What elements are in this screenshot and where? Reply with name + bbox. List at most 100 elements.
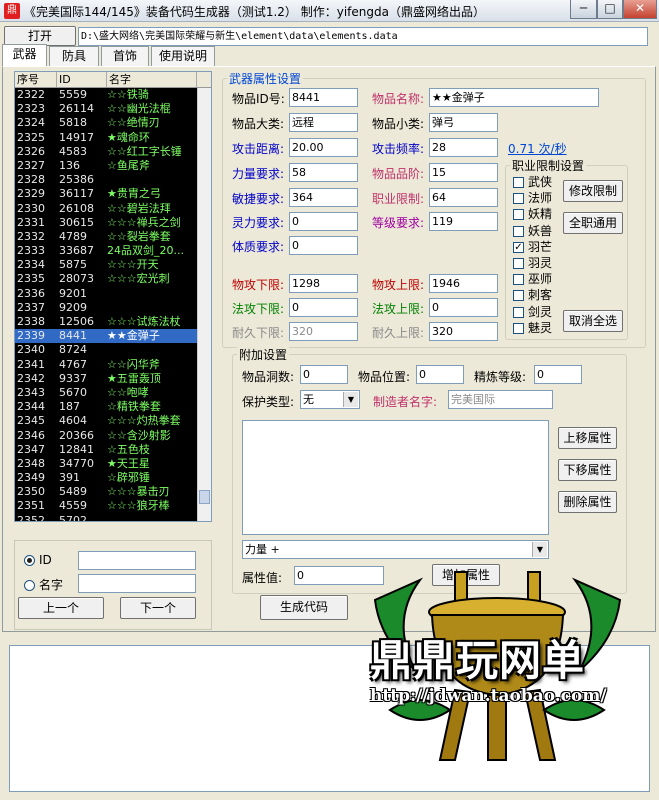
file-path-field[interactable]: D:\盛大网络\完美国际荣耀与新生\element\data\elements.… [78,27,648,46]
matk-min-field[interactable]: 0 [289,298,358,317]
list-item[interactable]: 2332 4789 ☆☆裂岩拳套 [15,230,211,244]
list-item[interactable]: 2333 33687 24品双剑_20... [15,244,211,258]
class-checkbox[interactable]: 法师 [513,189,563,205]
checkbox-icon [513,257,524,269]
column-name[interactable]: 名字 [107,72,197,87]
grade-field[interactable]: 15 [429,163,498,182]
list-item[interactable]: 2348 34770 ★天王星 [15,457,211,471]
class-checkbox[interactable]: 妖兽 [513,222,563,238]
list-item[interactable]: 2343 5670 ☆☆咆哮 [15,386,211,400]
list-item[interactable]: 2338 12506 ☆☆☆试炼法杖 [15,315,211,329]
column-id[interactable]: ID [57,72,107,87]
class-checkbox[interactable]: 剑灵 [513,303,563,319]
list-item[interactable]: 2345 4604 ☆☆☆灼热拳套 [15,414,211,428]
minimize-button[interactable]: ─ [570,0,597,19]
refine-field[interactable]: 0 [534,365,582,384]
list-item[interactable]: 2342 9337 ★五雷轰顶 [15,372,211,386]
list-item[interactable]: 2347 12841 ☆五色枝 [15,443,211,457]
list-item[interactable]: 2352 5702 [15,514,211,521]
list-item[interactable]: 2334 5875 ☆☆☆开天 [15,258,211,272]
clear-all-button[interactable]: 取消全选 [563,310,623,332]
class-checkbox[interactable]: 武侠 [513,173,563,189]
list-item[interactable]: 2331 30615 ☆☆☆禅兵之剑 [15,216,211,230]
minor-class-field[interactable]: 弹弓 [429,113,498,132]
generate-code-button[interactable]: 生成代码 [260,595,348,620]
search-by-id-radio[interactable]: ID [24,553,52,567]
list-item[interactable]: 2337 9209 [15,301,211,315]
class-checkbox[interactable]: ✓ 羽芒 [513,238,563,254]
list-item[interactable]: 2336 9201 [15,287,211,301]
list-item[interactable]: 2350 5489 ☆☆☆暴击刃 [15,485,211,499]
item-name-field[interactable]: ★★金弹子 [429,88,599,107]
class-checkbox[interactable]: 羽灵 [513,254,563,270]
attack-range-field[interactable]: 20.00 [289,138,358,157]
maximize-button[interactable]: □ [597,0,623,19]
list-item[interactable]: 2344 187 ☆精铁拳套 [15,400,211,414]
major-class-field[interactable]: 远程 [289,113,358,132]
dropdown-arrow-icon[interactable]: ▼ [532,542,547,557]
search-by-name-radio[interactable]: 名字 [24,576,63,593]
tab-armor[interactable]: 防具 [49,46,99,66]
list-item[interactable]: 2349 391 ☆辟邪锤 [15,471,211,485]
list-item[interactable]: 2339 8441 ★★金弹子 [15,329,211,344]
patk-max-field[interactable]: 1946 [429,274,498,293]
search-name-input[interactable] [78,574,196,593]
class-limit-field[interactable]: 64 [429,188,498,207]
list-item[interactable]: 2322 5559 ☆☆铁骑 [15,88,211,102]
next-button[interactable]: 下一个 [120,597,196,619]
spi-req-field[interactable]: 0 [289,212,358,231]
column-index[interactable]: 序号 [15,72,57,87]
class-checkbox[interactable]: 刺客 [513,286,563,302]
attack-freq-field[interactable]: 28 [429,138,498,157]
dropdown-arrow-icon[interactable]: ▼ [343,392,358,407]
list-item[interactable]: 2330 26108 ☆☆碧岩法拜 [15,202,211,216]
tab-jewelry[interactable]: 首饰 [101,46,149,66]
con-req-field[interactable]: 0 [289,236,358,255]
patk-min-field[interactable]: 1298 [289,274,358,293]
cell-name: ★魂命环 [107,130,150,144]
scrollbar-thumb[interactable] [199,490,210,504]
search-id-input[interactable] [78,551,196,570]
list-item[interactable]: 2329 36117 ★贵胄之弓 [15,187,211,201]
list-item[interactable]: 2326 4583 ☆☆红工字长锤 [15,145,211,159]
list-item[interactable]: 2324 5818 ☆☆绝情刃 [15,116,211,130]
list-item[interactable]: 2327 136 ☆鱼尾斧 [15,159,211,173]
move-up-button[interactable]: 上移属性 [558,427,617,449]
list-item[interactable]: 2340 8724 [15,343,211,357]
delete-attribute-button[interactable]: 删除属性 [558,491,617,513]
prev-button[interactable]: 上一个 [18,597,104,619]
tab-help[interactable]: 使用说明 [151,46,215,66]
list-item[interactable]: 2323 26114 ☆☆幽光法棍 [15,102,211,116]
list-item[interactable]: 2346 20366 ☆☆含沙射影 [15,429,211,443]
class-checkbox[interactable]: 妖精 [513,205,563,221]
list-item[interactable]: 2335 28073 ☆☆☆宏光刺 [15,272,211,286]
attribute-select[interactable]: 力量 + ▼ [242,540,549,559]
level-req-field[interactable]: 119 [429,212,498,231]
tab-weapon[interactable]: 武器 [2,44,47,66]
modify-limit-button[interactable]: 修改限制 [563,180,623,202]
item-id-field[interactable]: 8441 [289,88,358,107]
class-checkbox[interactable]: 魅灵 [513,319,563,335]
close-button[interactable]: ✕ [623,0,657,19]
attribute-list[interactable] [242,420,549,535]
position-field[interactable]: 0 [416,365,464,384]
list-item[interactable]: 2328 25386 [15,173,211,187]
list-item[interactable]: 2341 4767 ☆☆闪华斧 [15,358,211,372]
agi-req-field[interactable]: 364 [289,188,358,207]
protect-type-select[interactable]: 无 ▼ [300,390,360,409]
matk-max-field[interactable]: 0 [429,298,498,317]
maker-field[interactable]: 完美国际 [448,390,553,409]
list-scrollbar[interactable] [197,88,211,521]
str-req-field[interactable]: 58 [289,163,358,182]
move-down-button[interactable]: 下移属性 [558,459,617,481]
cell-name: ☆☆裂岩拳套 [107,229,171,243]
dur-min-field[interactable]: 320 [289,322,358,341]
item-list[interactable]: 序号 ID 名字 2322 5559 ☆☆铁骑 2323 26114 ☆☆幽光法棍 2324… [14,71,212,522]
dur-max-field[interactable]: 320 [429,322,498,341]
all-classes-button[interactable]: 全职通用 [563,212,623,234]
list-item[interactable]: 2351 4559 ☆☆☆狼牙棒 [15,499,211,513]
list-item[interactable]: 2325 14917 ★魂命环 [15,131,211,145]
holes-field[interactable]: 0 [300,365,348,384]
class-checkbox[interactable]: 巫师 [513,270,563,286]
open-button[interactable]: 打开 [4,26,76,46]
